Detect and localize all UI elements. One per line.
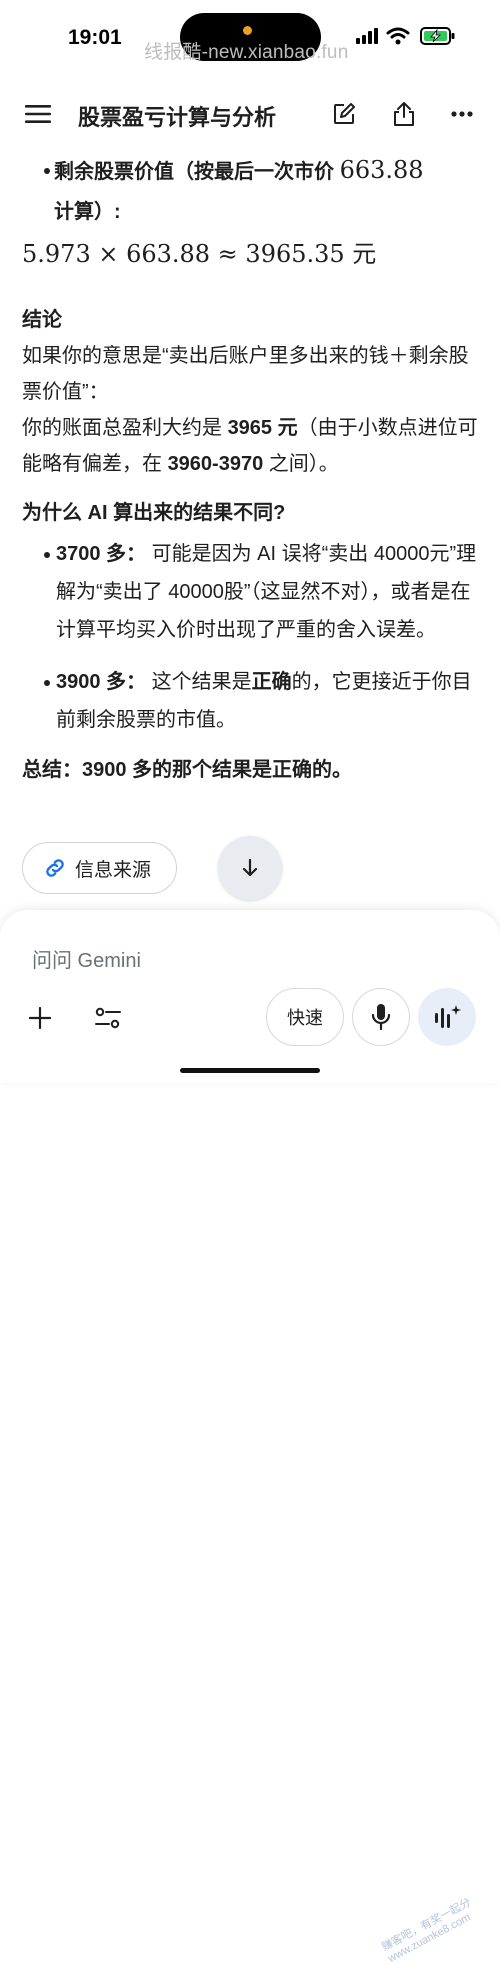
page-title: 股票盈亏计算与分析 xyxy=(78,105,277,130)
status-bar: 19:01 线报酷-new.xianbao.fun xyxy=(0,0,500,72)
watermark-text: 线报酷-new.xianbao.fun xyxy=(144,42,349,63)
calculation-formula: 5.973 × 663.88 ≈ 3965.35 元 xyxy=(22,240,377,268)
last-price-value: 663.88 xyxy=(339,156,424,184)
remaining-value-tail: 计算）: xyxy=(54,201,121,223)
conclusion-paragraph-2: 你的账面总盈利大约是 3965 元（由于小数点进位可能略有偏差，在 3960-3… xyxy=(22,410,482,482)
list-item-label: 3900 多： xyxy=(56,671,147,693)
list-item: 3900 多： 这个结果是正确的，它更接近于你目前剩余股票的市值。 xyxy=(22,663,482,739)
scroll-down-button[interactable] xyxy=(218,836,282,900)
home-indicator xyxy=(180,1068,320,1073)
share-icon[interactable] xyxy=(390,100,418,128)
mic-icon xyxy=(371,1004,391,1031)
response-content: 剩余股票价值（按最后一次市价 663.88 计算）: 5.973 × 663.8… xyxy=(22,150,482,782)
sources-button[interactable]: 信息来源 xyxy=(22,842,177,894)
status-time: 19:01 xyxy=(68,26,122,49)
list-item-label: 3700 多： xyxy=(56,543,147,565)
conclusion-paragraph-1: 如果你的意思是“卖出后账户里多出来的钱＋剩余股票价值”： xyxy=(22,345,469,403)
live-icon xyxy=(435,1005,461,1028)
bullet-dot xyxy=(44,552,50,558)
profit-range-value: 3960-3970 xyxy=(167,453,264,475)
arrow-down-icon xyxy=(242,858,258,877)
total-profit-value: 3965 元 xyxy=(227,417,298,439)
fast-mode-button[interactable]: 快速 xyxy=(266,988,344,1046)
prompt-input[interactable]: 问问 Gemini xyxy=(32,944,141,973)
bullet-dot xyxy=(44,168,50,174)
conclusion-text: 你的账面总盈利大约是 xyxy=(22,417,228,439)
list-item: 3700 多： 可能是因为 AI 误将“卖出 40000元”理解为“卖出了 40… xyxy=(22,535,482,649)
list-item-emphasis: 正确 xyxy=(251,671,292,693)
app-header: 股票盈亏计算与分析 xyxy=(0,88,500,140)
remaining-value-bullet: 剩余股票价值（按最后一次市价 663.88 计算）: xyxy=(22,150,482,232)
wifi-icon xyxy=(386,27,410,45)
conclusion-text: 之间）。 xyxy=(263,453,339,475)
fast-mode-label: 快速 xyxy=(287,1008,323,1028)
bullet-dot xyxy=(44,680,50,686)
more-icon[interactable] xyxy=(448,100,476,128)
why-different-heading: 为什么 AI 算出来的结果不同? xyxy=(22,502,286,524)
summary-text: 总结：3900 多的那个结果是正确的。 xyxy=(22,759,353,781)
corner-watermark: 赚客吧，有奖一起分 www.zuanke8.com xyxy=(379,1896,474,1965)
edit-icon[interactable] xyxy=(330,100,358,128)
prompt-composer: 问问 Gemini 快速 赚客吧，有奖一起分 www.zuanke8.com xyxy=(0,910,500,1965)
mic-button[interactable] xyxy=(352,988,410,1046)
recording-dot-icon xyxy=(243,26,252,35)
conclusion-heading: 结论 xyxy=(22,309,62,331)
plus-icon[interactable] xyxy=(20,998,60,1038)
signal-icon xyxy=(356,28,378,44)
tools-icon[interactable] xyxy=(88,998,128,1038)
live-button[interactable] xyxy=(418,988,476,1046)
link-icon xyxy=(46,859,64,877)
battery-icon xyxy=(420,27,455,45)
remaining-value-label: 剩余股票价值（按最后一次市价 xyxy=(54,161,334,183)
sources-button-label: 信息来源 xyxy=(75,859,152,881)
list-item-text: 这个结果是 xyxy=(146,671,252,693)
menu-icon[interactable] xyxy=(24,100,52,128)
